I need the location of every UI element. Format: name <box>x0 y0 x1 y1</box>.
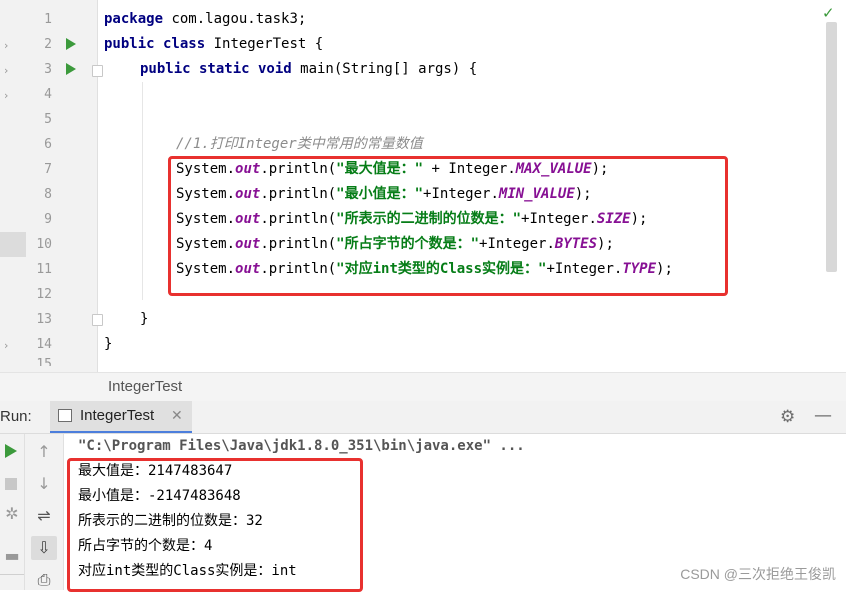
layout-icon[interactable]: ▬ <box>0 546 24 565</box>
breadcrumb-item[interactable]: IntegerTest <box>108 373 182 401</box>
run-toolbar-primary: ✲ ▬ <box>0 434 25 590</box>
minus-icon[interactable]: — <box>814 401 832 431</box>
code-line-3: public static void main(String[] args) { <box>140 61 478 77</box>
console-tab-icon <box>58 409 72 422</box>
watermark: CSDN @三次拒绝王俊凯 <box>680 566 836 582</box>
debug-icon[interactable]: ✲ <box>0 504 24 523</box>
gear-icon[interactable]: ⚙ <box>780 401 795 433</box>
chevron-right-icon[interactable]: › <box>4 39 8 52</box>
current-line-marker <box>0 232 26 257</box>
line-number: 9 <box>44 212 52 227</box>
line-number: 15 <box>36 357 52 366</box>
arrow-down-icon[interactable]: ↓ <box>32 474 56 493</box>
code-line-13: } <box>140 311 149 327</box>
stop-icon[interactable] <box>5 478 17 490</box>
line-number: 10 <box>36 237 52 252</box>
line-number: 5 <box>44 112 52 127</box>
print-icon[interactable]: ⎙ <box>32 570 56 590</box>
line-number: 4 <box>44 87 52 102</box>
soft-wrap-icon[interactable]: ⇌ <box>32 506 56 525</box>
chevron-right-icon[interactable]: › <box>4 89 8 102</box>
run-panel-label: Run: <box>0 408 32 425</box>
run-panel-header: Run: IntegerTest ✕ ⚙ — <box>0 401 846 434</box>
toolbar-divider <box>0 574 24 575</box>
line-number: 8 <box>44 187 52 202</box>
line-number: 2 <box>44 37 52 52</box>
indent-guide <box>142 82 143 300</box>
rerun-icon[interactable] <box>5 444 17 458</box>
tab-run-integertest[interactable]: IntegerTest ✕ <box>50 401 192 433</box>
code-line-2: public class IntegerTest { <box>104 36 324 52</box>
arrow-up-icon[interactable]: ↑ <box>32 442 56 461</box>
line-number: 3 <box>44 62 52 77</box>
line-number: 1 <box>44 12 52 27</box>
code-line-14: } <box>104 336 113 352</box>
close-icon[interactable]: ✕ <box>171 401 183 431</box>
chevron-right-icon[interactable]: › <box>4 339 8 352</box>
run-toolbar-secondary: ↑ ↓ ⇌ ⇩ ⎙ <box>25 434 64 590</box>
run-class-icon[interactable] <box>66 38 76 50</box>
chevron-right-icon[interactable]: › <box>4 64 8 77</box>
line-number: 11 <box>36 262 52 277</box>
highlight-box-output <box>67 458 363 592</box>
run-main-icon[interactable] <box>66 63 76 75</box>
line-number: 6 <box>44 137 52 152</box>
console-command-line: "C:\Program Files\Java\jdk1.8.0_351\bin\… <box>78 438 525 454</box>
code-line-6: //1.打印Integer类中常用的常量数值 <box>176 136 423 152</box>
line-number: 12 <box>36 287 52 302</box>
tab-label: IntegerTest <box>80 407 155 424</box>
breadcrumb: IntegerTest <box>0 372 846 401</box>
scroll-to-end-icon[interactable]: ⇩ <box>32 538 56 557</box>
structure-strip <box>0 0 16 372</box>
run-console[interactable]: ✲ ▬ ↑ ↓ ⇌ ⇩ ⎙ "C:\Program Files\Java\jdk… <box>0 434 846 592</box>
highlight-box-code <box>168 156 728 296</box>
line-number: 7 <box>44 162 52 177</box>
vertical-scrollbar[interactable] <box>826 22 837 272</box>
code-line-1: package com.lagou.task3; <box>104 11 307 27</box>
code-editor[interactable]: ✓ › › › › 1 2 3 4 5 6 7 8 9 10 11 12 13 … <box>0 0 846 372</box>
line-number: 13 <box>36 312 52 327</box>
